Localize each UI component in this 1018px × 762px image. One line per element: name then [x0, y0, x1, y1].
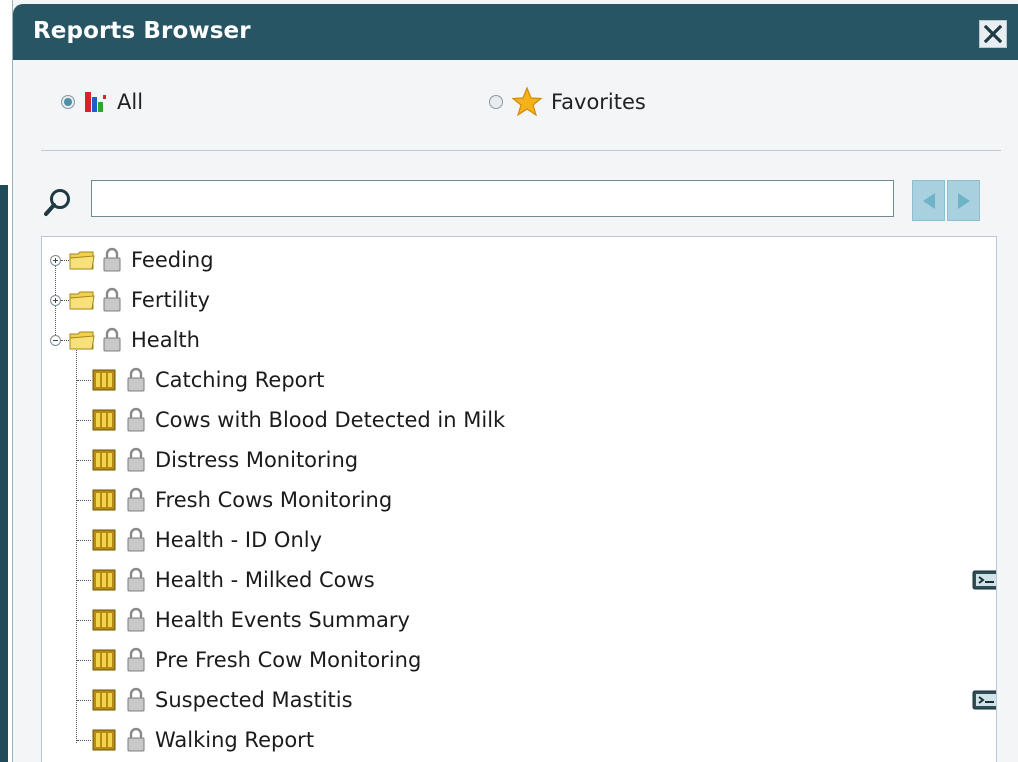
report-icon — [92, 689, 116, 711]
tree-folder-feeding[interactable]: Feeding — [50, 240, 214, 280]
filter-all-label: All — [117, 90, 144, 114]
collapse-icon[interactable] — [50, 334, 61, 346]
report-icon — [92, 449, 116, 471]
tree-report-item[interactable]: Pre Fresh Cow Monitoring — [77, 640, 987, 680]
tree-report-item[interactable]: Walking Report — [77, 720, 987, 760]
divider — [41, 150, 1001, 151]
search-icon — [44, 189, 70, 216]
filter-all-radio[interactable] — [61, 95, 75, 109]
lock-icon — [127, 727, 145, 752]
console-icon[interactable] — [972, 690, 997, 710]
search-input[interactable] — [91, 180, 894, 217]
report-icon — [92, 529, 116, 551]
tree-report-item[interactable]: Cows with Blood Detected in Milk — [77, 400, 987, 440]
filter-favorites-radio[interactable] — [489, 95, 503, 109]
tree-report-label: Health - ID Only — [155, 528, 323, 552]
tree-report-label: Health Events Summary — [155, 608, 410, 632]
tree-report-label: Cows with Blood Detected in Milk — [155, 408, 506, 432]
lock-icon — [103, 247, 121, 272]
tree-report-label: Health - Milked Cows — [155, 568, 375, 592]
tree-folder-label: Health — [131, 328, 200, 352]
tree-folder-health[interactable]: Health — [50, 320, 200, 360]
report-icon — [92, 409, 116, 431]
lock-icon — [127, 447, 145, 472]
tree-report-label: Walking Report — [155, 728, 315, 752]
lock-icon — [127, 407, 145, 432]
tree-folder-fertility[interactable]: Fertility — [50, 280, 210, 320]
lock-icon — [127, 687, 145, 712]
lock-icon — [103, 287, 121, 312]
reports-bars-icon — [85, 92, 106, 112]
close-icon — [984, 25, 1002, 43]
next-button[interactable] — [947, 180, 980, 221]
triangle-left-icon — [923, 193, 935, 209]
report-icon — [92, 649, 116, 671]
folder-open-icon — [69, 331, 95, 350]
background-strip — [0, 0, 10, 762]
console-icon[interactable] — [972, 570, 997, 590]
tree-report-item[interactable]: Suspected Mastitis — [77, 680, 996, 720]
lock-icon — [127, 607, 145, 632]
tree-report-item[interactable]: Health - ID Only — [77, 520, 987, 560]
lock-icon — [127, 647, 145, 672]
lock-icon — [127, 487, 145, 512]
filter-favorites-option[interactable]: Favorites — [489, 86, 646, 118]
lock-icon — [127, 567, 145, 592]
report-icon — [92, 609, 116, 631]
lock-icon — [127, 527, 145, 552]
expand-icon[interactable] — [50, 254, 61, 266]
folder-icon — [69, 291, 95, 310]
filter-all-option[interactable]: All — [61, 86, 143, 118]
tree-report-label: Distress Monitoring — [155, 448, 359, 472]
triangle-right-icon — [958, 193, 970, 209]
tree-report-item[interactable]: Distress Monitoring — [77, 440, 987, 480]
title-bar: Reports Browser — [13, 4, 1018, 60]
tree-report-label: Suspected Mastitis — [155, 688, 353, 712]
tree-report-label: Catching Report — [155, 368, 325, 392]
tree-report-label: Pre Fresh Cow Monitoring — [155, 648, 422, 672]
reports-tree: Feeding Fertility Health Catching Report… — [41, 236, 997, 762]
close-button[interactable] — [979, 20, 1007, 48]
tree-folder-label: Fertility — [131, 288, 210, 312]
tree-report-item[interactable]: Catching Report — [77, 360, 987, 400]
tree-report-item[interactable]: Health Events Summary — [77, 600, 987, 640]
background-strip-dark — [0, 185, 8, 762]
tree-report-item[interactable]: Health - Milked Cows — [77, 560, 996, 600]
window-title: Reports Browser — [33, 18, 251, 44]
star-icon — [511, 86, 543, 117]
reports-browser-window: Reports Browser All Favorites Feeding Fe… — [12, 0, 1018, 762]
background-strip-top — [0, 0, 10, 185]
expand-icon[interactable] — [50, 294, 61, 306]
lock-icon — [127, 367, 145, 392]
report-icon — [92, 729, 116, 751]
tree-folder-label: Feeding — [131, 248, 214, 272]
tree-report-item[interactable]: Fresh Cows Monitoring — [77, 480, 987, 520]
lock-icon — [103, 327, 121, 352]
report-icon — [92, 489, 116, 511]
previous-button[interactable] — [912, 180, 945, 221]
report-icon — [92, 369, 116, 391]
filter-favorites-label: Favorites — [551, 90, 646, 114]
tree-report-label: Fresh Cows Monitoring — [155, 488, 393, 512]
report-icon — [92, 569, 116, 591]
folder-icon — [69, 251, 95, 270]
